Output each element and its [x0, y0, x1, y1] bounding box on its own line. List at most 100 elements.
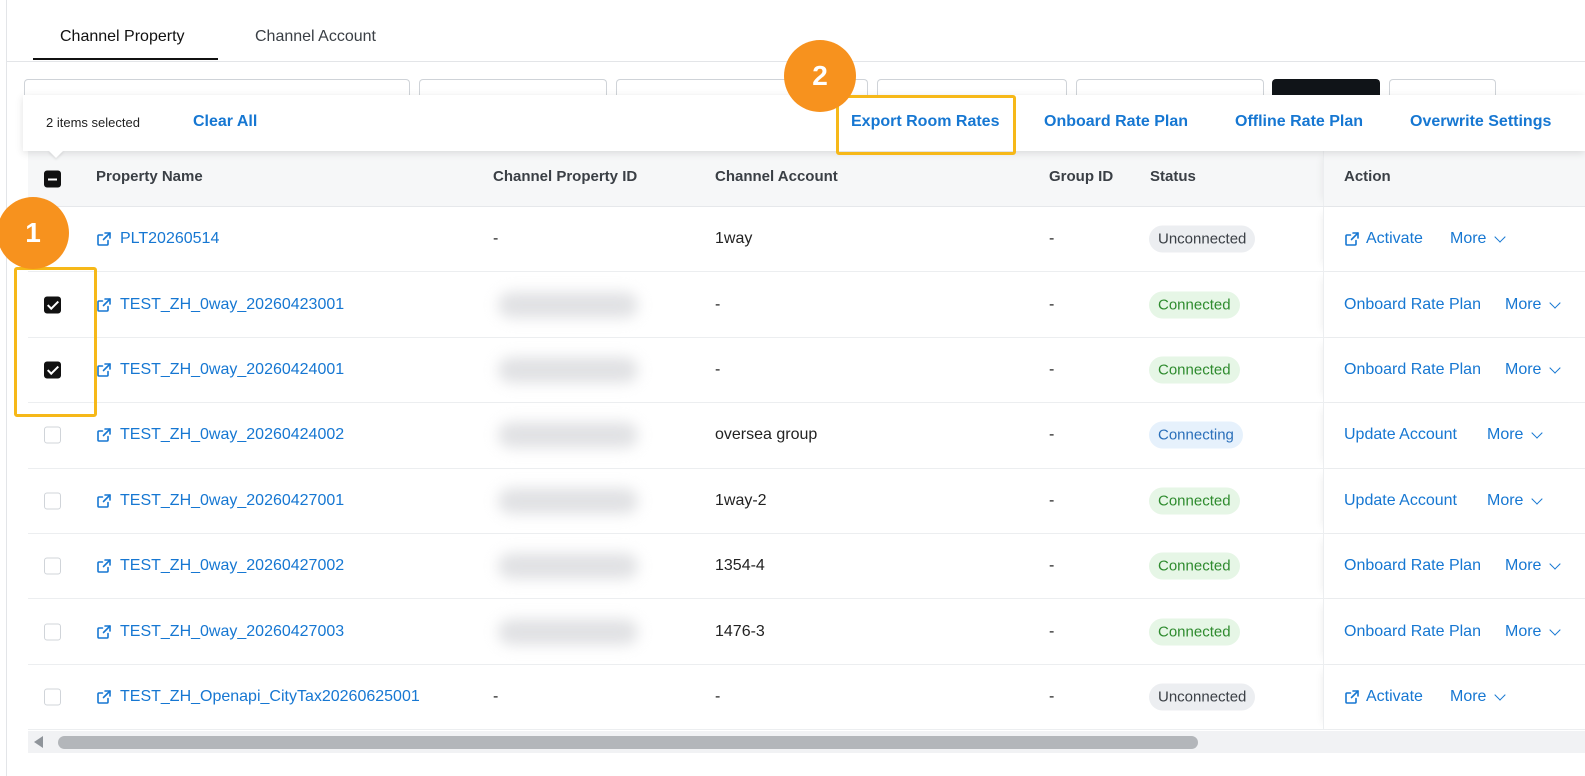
scroll-left-arrow-icon[interactable]	[34, 736, 43, 748]
row-checkbox[interactable]	[44, 623, 61, 641]
clear-all-button[interactable]: Clear All	[193, 113, 257, 131]
redacted-channel-property-id	[498, 356, 638, 383]
more-label: More	[1505, 557, 1542, 575]
property-name-link[interactable]: TEST_ZH_0way_20260423001	[96, 296, 344, 314]
table-row: TEST_ZH_0way_20260427001 1way-2 - Connected…	[28, 468, 1585, 534]
offline-rate-plan-bulk-button[interactable]: Offline Rate Plan	[1235, 113, 1363, 131]
row-action-label: Activate	[1366, 687, 1423, 705]
chevron-down-icon	[1494, 231, 1507, 243]
status-badge: Connected	[1149, 291, 1240, 319]
selection-bar-pointer	[48, 150, 64, 158]
external-link-icon	[96, 427, 112, 443]
column-header-channel-property-id: Channel Property ID	[493, 168, 638, 185]
select-all-checkbox[interactable]	[44, 170, 61, 187]
more-dropdown[interactable]: More	[1450, 230, 1507, 248]
row-checkbox[interactable]	[44, 361, 61, 379]
channel-account: -	[715, 687, 721, 705]
action-cell: Activate More	[1323, 207, 1585, 272]
more-dropdown[interactable]: More	[1450, 688, 1507, 706]
row-checkbox[interactable]	[44, 296, 61, 314]
status-badge: Connecting	[1149, 421, 1243, 449]
export-room-rates-button[interactable]: Export Room Rates	[851, 113, 999, 131]
more-dropdown[interactable]: More	[1487, 426, 1544, 444]
status-badge: Connected	[1149, 487, 1240, 515]
row-action-label: Onboard Rate Plan	[1344, 622, 1481, 640]
property-name-link[interactable]: TEST_ZH_Openapi_CityTax20260625001	[96, 688, 420, 706]
table-row: TEST_ZH_0way_20260424002 oversea group - Co…	[28, 403, 1585, 469]
property-name-link[interactable]: TEST_ZH_0way_20260427002	[96, 557, 344, 575]
redacted-channel-property-id	[498, 487, 638, 514]
action-cell: Onboard Rate Plan More	[1323, 533, 1585, 599]
row-primary-action[interactable]: Onboard Rate Plan	[1344, 361, 1481, 379]
external-link-icon	[1344, 689, 1360, 705]
horizontal-scrollbar[interactable]	[28, 731, 1585, 753]
row-primary-action[interactable]: Update Account	[1344, 426, 1457, 444]
status-badge: Unconnected	[1149, 225, 1256, 253]
row-primary-action[interactable]: Activate	[1344, 230, 1423, 248]
external-link-icon	[96, 558, 112, 574]
more-dropdown[interactable]: More	[1505, 557, 1562, 575]
row-checkbox[interactable]	[44, 492, 61, 510]
property-name-link[interactable]: TEST_ZH_0way_20260427001	[96, 492, 344, 510]
row-checkbox[interactable]	[44, 557, 61, 575]
chevron-down-icon	[1549, 296, 1562, 309]
more-dropdown[interactable]: More	[1505, 622, 1562, 641]
property-name: TEST_ZH_0way_20260427001	[120, 491, 345, 509]
column-header-action: Action	[1344, 168, 1391, 185]
more-dropdown[interactable]: More	[1505, 296, 1562, 314]
table-header: Property Name Channel Property ID Channe…	[28, 151, 1585, 207]
row-primary-action[interactable]: Activate	[1344, 688, 1423, 706]
property-name-link[interactable]: TEST_ZH_0way_20260424001	[96, 361, 344, 379]
status-badge: Unconnected	[1149, 683, 1256, 711]
action-cell: Activate More	[1323, 664, 1585, 730]
more-dropdown[interactable]: More	[1487, 492, 1544, 510]
tab-channel-property[interactable]: Channel Property	[60, 28, 185, 46]
property-name-link[interactable]: TEST_ZH_0way_20260424002	[96, 426, 344, 444]
more-label: More	[1487, 426, 1524, 444]
onboard-rate-plan-bulk-button[interactable]: Onboard Rate Plan	[1044, 113, 1188, 131]
channel-property-id: -	[493, 230, 499, 248]
external-link-icon	[96, 689, 112, 705]
group-id: -	[1049, 491, 1055, 509]
more-label: More	[1505, 622, 1542, 640]
action-cell: Onboard Rate Plan More	[1323, 337, 1585, 403]
action-column-header: Action	[1323, 151, 1585, 206]
property-name: TEST_ZH_0way_20260424002	[120, 426, 345, 444]
row-checkbox[interactable]	[44, 688, 61, 706]
channel-account: 1476-3	[715, 622, 765, 640]
annotation-marker-1: 1	[0, 197, 69, 269]
chevron-down-icon	[1549, 362, 1562, 374]
external-link-icon	[96, 231, 112, 247]
scrollbar-thumb[interactable]	[58, 736, 1198, 749]
row-primary-action[interactable]: Onboard Rate Plan	[1344, 296, 1481, 314]
channel-account: oversea group	[715, 426, 818, 444]
row-action-label: Update Account	[1344, 491, 1457, 509]
chevron-down-icon	[1549, 623, 1562, 636]
row-checkbox[interactable]	[44, 426, 61, 444]
property-name: PLT20260514	[120, 230, 220, 248]
property-name-link[interactable]: TEST_ZH_0way_20260427003	[96, 623, 344, 641]
external-link-icon	[96, 297, 112, 313]
property-table: Property Name Channel Property ID Channe…	[28, 151, 1585, 731]
channel-property-id: -	[493, 687, 499, 705]
group-id: -	[1049, 230, 1055, 248]
action-cell: Onboard Rate Plan More	[1323, 599, 1585, 664]
property-name: TEST_ZH_0way_20260424001	[120, 360, 345, 378]
redacted-channel-property-id	[498, 291, 638, 318]
overwrite-settings-button[interactable]: Overwrite Settings	[1410, 113, 1551, 131]
row-primary-action[interactable]: Update Account	[1344, 492, 1457, 510]
property-name-link[interactable]: PLT20260514	[96, 230, 219, 248]
action-cell: Onboard Rate Plan More	[1323, 272, 1585, 337]
action-cell: Update Account More	[1323, 403, 1585, 468]
table-row: TEST_ZH_0way_20260423001 - - Connected Onboa…	[28, 272, 1585, 338]
redacted-channel-property-id	[498, 422, 638, 449]
channel-account: 1way-2	[715, 491, 767, 509]
tab-channel-account[interactable]: Channel Account	[255, 28, 376, 46]
more-label: More	[1505, 360, 1542, 378]
row-primary-action[interactable]: Onboard Rate Plan	[1344, 623, 1481, 641]
table-row: TEST_ZH_0way_20260427002 1354-4 - Connected…	[28, 533, 1585, 600]
selected-count: 2 items selected	[46, 115, 140, 130]
row-primary-action[interactable]: Onboard Rate Plan	[1344, 557, 1481, 575]
table-row: PLT20260514 - 1way - Unconnected Activate More	[28, 207, 1585, 273]
more-dropdown[interactable]: More	[1505, 360, 1562, 379]
